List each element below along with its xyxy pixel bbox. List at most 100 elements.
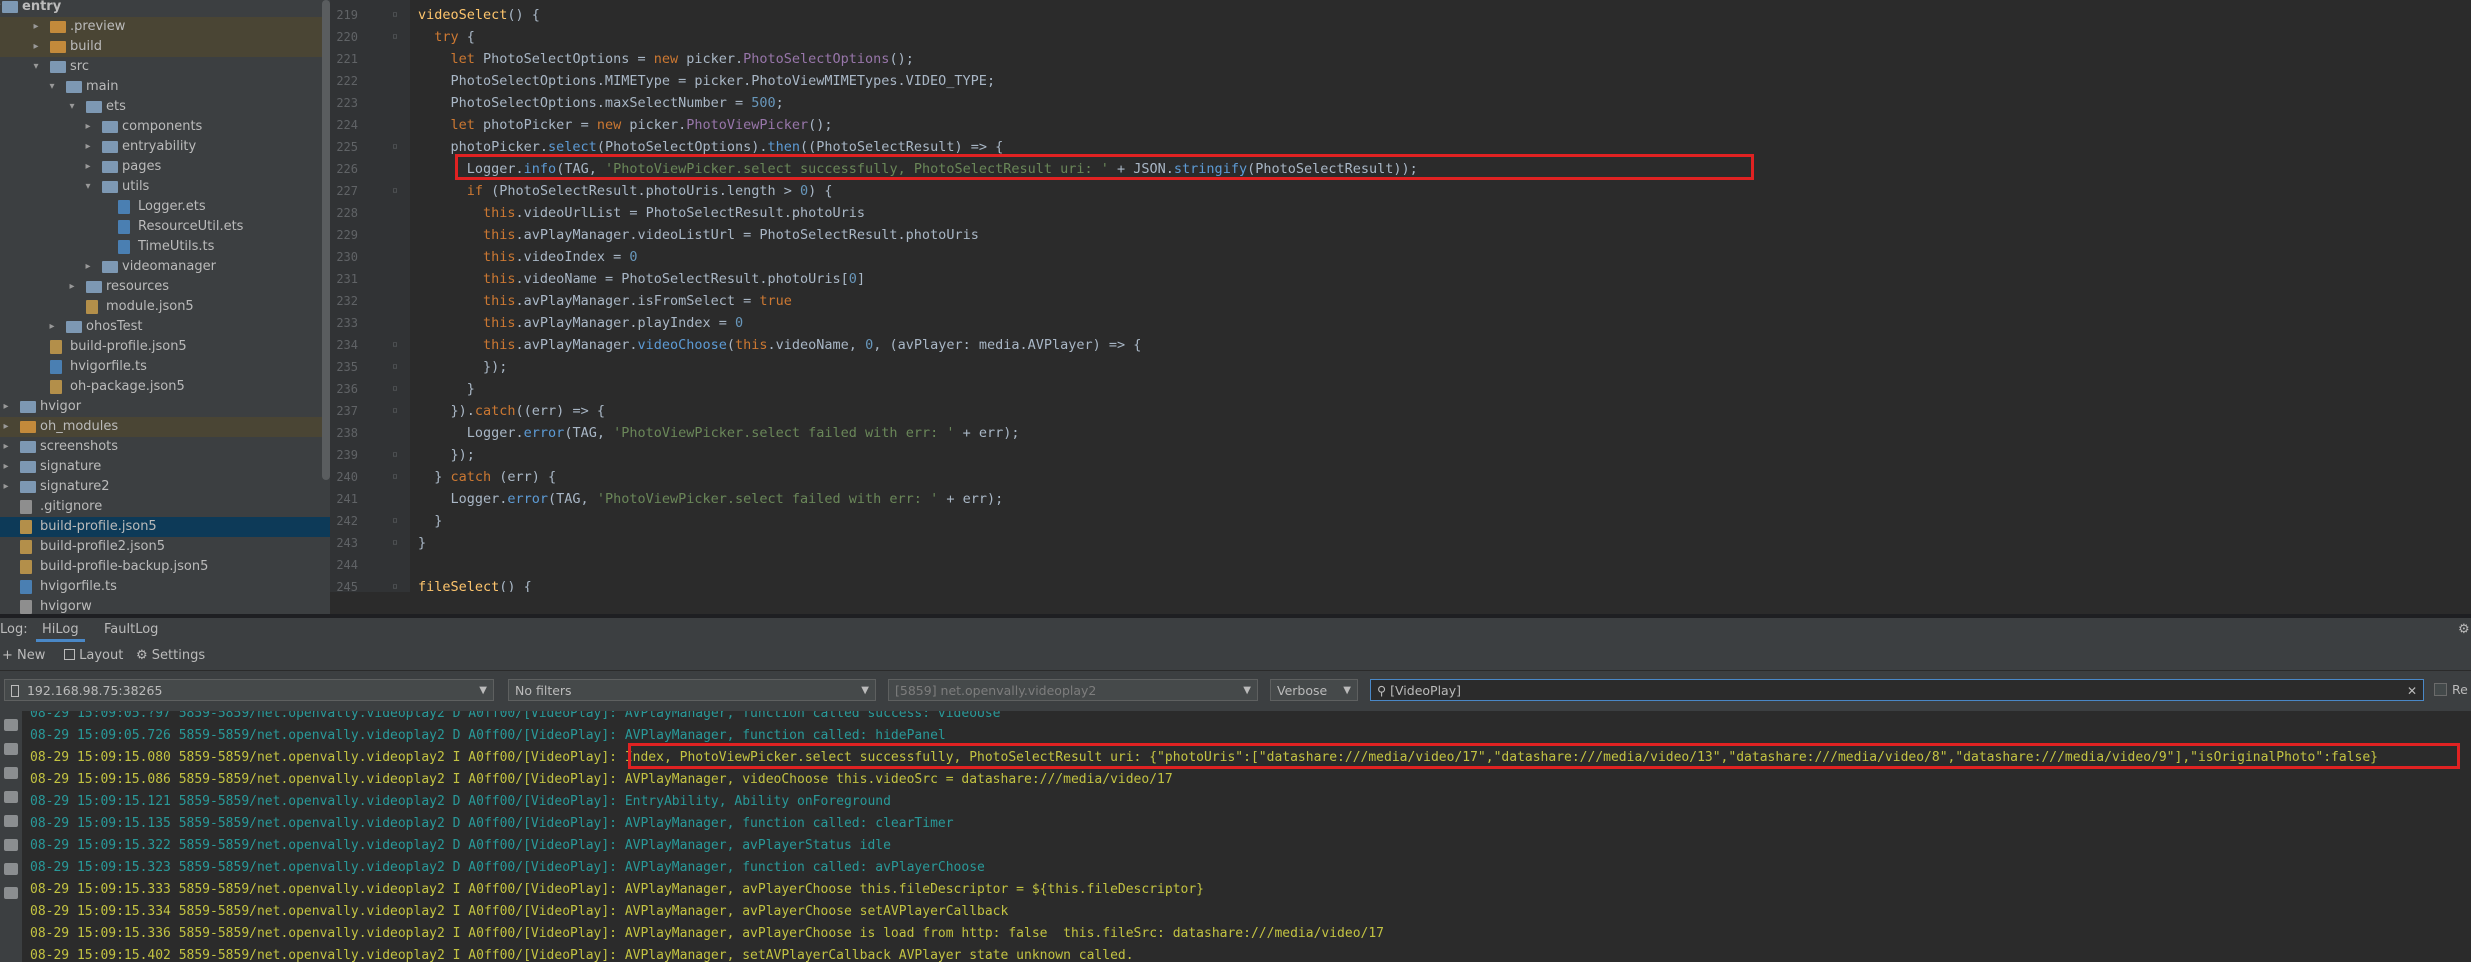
tab-hilog[interactable]: HiLog [36,618,85,642]
tree-item[interactable]: ▸ build [0,37,330,57]
tree-item-label: src [70,59,89,74]
chevron-right-icon[interactable]: ▸ [82,137,94,157]
log-line: 08-29 15:09:15.334 5859-5859/net.openval… [30,904,1009,919]
search-icon: ⚲ [1377,683,1387,698]
code-text: } catch (err) { [418,469,557,485]
tree-item[interactable]: ▸ ohosTest [0,317,330,337]
chevron-right-icon[interactable]: ▸ [46,317,58,337]
tree-item-label: hvigor [40,399,82,414]
log-search-input[interactable]: ⚲ [VideoPlay] ✕ [1370,679,2424,701]
tab-faultlog[interactable]: FaultLog [98,618,164,642]
fold-marker-icon[interactable]: ▫ [392,26,398,48]
code-line: 221 let PhotoSelectOptions = new picker.… [330,48,2471,70]
chevron-right-icon[interactable]: ▸ [0,437,12,457]
tree-item[interactable]: build-profile-backup.json5 [0,557,330,577]
chevron-right-icon[interactable]: ▸ [66,277,78,297]
tree-item-label: pages [122,159,162,174]
tree-item[interactable]: ▾ src [0,57,330,77]
tree-item[interactable]: Logger.ets [0,197,330,217]
line-number: 234 [336,338,358,352]
fold-marker-icon[interactable]: ▫ [392,576,398,592]
chevron-right-icon[interactable]: ▸ [82,117,94,137]
tree-item[interactable]: ▸ signature [0,457,330,477]
new-button[interactable]: + New [2,642,45,670]
fold-marker-icon[interactable]: ▫ [392,378,398,400]
tree-item[interactable]: ▾ utils [0,177,330,197]
filter-icon[interactable] [4,767,18,779]
chevron-down-icon[interactable]: ▾ [46,77,58,97]
chevron-right-icon[interactable]: ▸ [0,477,12,497]
level-select[interactable]: Verbose ▼ [1270,679,1358,701]
fold-marker-icon[interactable]: ▫ [392,466,398,488]
pause-icon[interactable] [4,887,18,899]
fold-marker-icon[interactable]: ▫ [392,400,398,422]
fold-marker-icon[interactable]: ▫ [392,4,398,26]
tree-item[interactable]: ▸ components [0,117,330,137]
tree-item[interactable]: oh-package.json5 [0,377,330,397]
camera-icon[interactable] [4,839,18,851]
chevron-right-icon[interactable]: ▸ [0,457,12,477]
settings-button[interactable]: ⚙ Settings [136,642,205,670]
tree-item[interactable]: ▸ oh_modules [0,417,330,437]
tree-item[interactable]: hvigorfile.ts [0,577,330,597]
tree-item[interactable]: module.json5 [0,297,330,317]
tree-item[interactable]: TimeUtils.ts [0,237,330,257]
line-number: 241 [336,492,358,506]
tree-item[interactable]: ▾ ets [0,97,330,117]
gear-icon[interactable]: ⚙ [2458,618,2470,642]
log-line: 08-29 15:09:15.322 5859-5859/net.openval… [30,838,891,853]
tree-item[interactable]: hvigorw [0,597,330,614]
chevron-down-icon[interactable]: ▾ [82,177,94,197]
chevron-down-icon[interactable]: ▾ [66,97,78,117]
fold-marker-icon[interactable]: ▫ [392,180,398,202]
tree-item[interactable]: ▸ screenshots [0,437,330,457]
scroll-to-end-icon[interactable] [4,719,18,731]
fold-marker-icon[interactable]: ▫ [392,444,398,466]
fold-marker-icon[interactable]: ▫ [392,136,398,158]
chevron-down-icon[interactable]: ▾ [30,57,42,77]
tree-item[interactable]: ResourceUtil.ets [0,217,330,237]
soft-wrap-icon[interactable] [4,743,18,755]
tree-item[interactable]: build-profile2.json5 [0,537,330,557]
line-number: 244 [336,558,358,572]
tree-item[interactable]: ▾ main [0,77,330,97]
line-number: 238 [336,426,358,440]
device-select[interactable]: 192.168.98.75:38265 ▼ [4,679,494,701]
tree-item-label: hvigorfile.ts [40,579,117,594]
fold-marker-icon[interactable]: ▫ [392,532,398,554]
log-output[interactable]: 08-29 15:09:05.?97 5859-5859/net.openval… [22,711,2471,962]
chevron-right-icon[interactable]: ▸ [30,37,42,57]
tree-item[interactable]: ▸ .preview [0,17,330,37]
trash-icon[interactable] [4,815,18,827]
chevron-right-icon[interactable]: ▸ [30,17,42,37]
tree-item[interactable]: ▸ resources [0,277,330,297]
chevron-right-icon[interactable]: ▸ [82,257,94,277]
fold-marker-icon[interactable]: ▫ [392,510,398,532]
fold-marker-icon[interactable]: ▫ [392,334,398,356]
tree-item[interactable]: hvigorfile.ts [0,357,330,377]
file-icon [50,380,62,394]
close-icon[interactable]: ✕ [2407,680,2417,700]
tree-item[interactable]: ▾entry [0,0,330,17]
fold-marker-icon[interactable]: ▫ [392,356,398,378]
regex-checkbox[interactable] [2434,683,2447,696]
tree-item[interactable]: ▸ hvigor [0,397,330,417]
tree-item[interactable]: .gitignore [0,497,330,517]
record-icon[interactable] [4,863,18,875]
tree-item[interactable]: ▸ signature2 [0,477,330,497]
chevron-right-icon[interactable]: ▸ [0,417,12,437]
filter-select[interactable]: No filters ▼ [508,679,876,701]
tree-item-label: .gitignore [40,499,103,514]
layout-button[interactable]: Layout [64,642,123,670]
tree-item[interactable]: build-profile.json5 [0,337,330,357]
print-icon[interactable] [4,791,18,803]
chevron-right-icon[interactable]: ▸ [82,157,94,177]
tree-item[interactable]: ▸ videomanager [0,257,330,277]
tree-item[interactable]: build-profile.json5 [0,517,330,537]
tree-scrollbar[interactable] [322,0,330,480]
tree-item[interactable]: ▸ entryability [0,137,330,157]
chevron-right-icon[interactable]: ▸ [0,397,12,417]
code-editor[interactable]: 219 ▫ videoSelect() {220 ▫ try {221 let Pho… [330,0,2471,592]
tree-item[interactable]: ▸ pages [0,157,330,177]
process-select[interactable]: [5859] net.openvally.videoplay2 ▼ [888,679,1258,701]
